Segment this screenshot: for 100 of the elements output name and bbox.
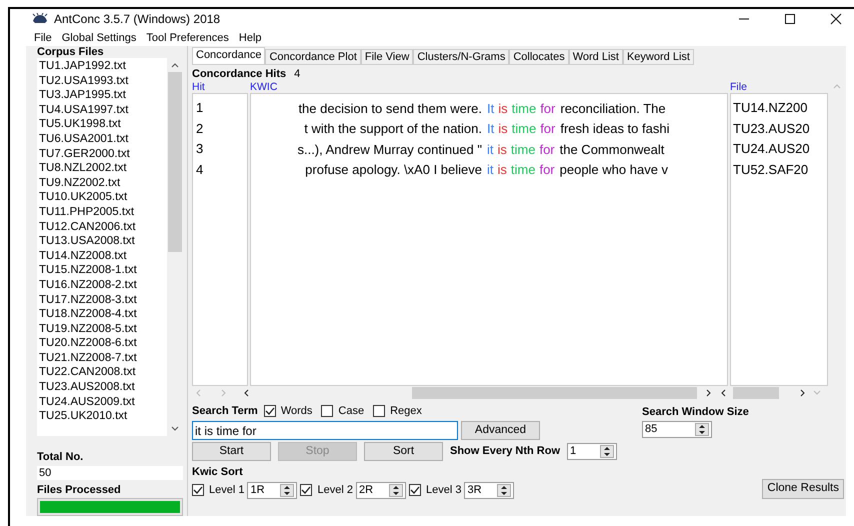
checkbox[interactable] bbox=[373, 405, 386, 417]
context-text: the decision to send them were. bbox=[298, 100, 482, 118]
spin-arrows-icon bbox=[695, 423, 709, 436]
table-cell-text: TU23.AUS20 bbox=[732, 120, 811, 138]
checkbox-label: Level 2 bbox=[317, 482, 353, 498]
field-label: Search Term bbox=[192, 404, 258, 419]
table-cell-text: TU14.NZ200 bbox=[732, 99, 808, 117]
file-list-item[interactable]: TU23.AUS2008.txt bbox=[39, 380, 167, 395]
tab[interactable]: Clusters/N-Grams bbox=[413, 49, 510, 65]
context-text: people who have v bbox=[560, 161, 668, 179]
keyword: for bbox=[540, 100, 556, 118]
tab[interactable]: Concordance Plot bbox=[265, 49, 361, 65]
scroll-left-icon bbox=[242, 388, 250, 398]
file-list-item[interactable]: TU10.UK2005.txt bbox=[39, 190, 167, 205]
file-list-item[interactable]: TU18.NZ2008-4.txt bbox=[39, 307, 167, 322]
checkbox[interactable] bbox=[192, 484, 204, 496]
menu-item[interactable]: Global Settings bbox=[62, 30, 136, 46]
file-list-item[interactable]: TU17.NZ2008-3.txt bbox=[39, 292, 167, 308]
file-list-item[interactable]: TU13.USA2008.txt bbox=[39, 234, 167, 249]
file-list-item[interactable]: TU4.USA1997.txt bbox=[39, 102, 167, 118]
keyword: It bbox=[487, 100, 494, 118]
scroll-right-icon bbox=[705, 388, 713, 398]
keyword: is bbox=[498, 161, 507, 179]
file-list-item[interactable]: TU11.PHP2005.txt bbox=[39, 204, 167, 220]
spin-box[interactable]: 3R bbox=[464, 482, 514, 498]
checkbox-label: Case bbox=[338, 404, 364, 419]
menu-item[interactable]: File bbox=[34, 30, 52, 46]
field-label: Show Every Nth Row bbox=[450, 444, 560, 460]
table-cell-text: 2 bbox=[195, 120, 204, 138]
keyword: time bbox=[512, 100, 536, 118]
keyword: is bbox=[498, 140, 507, 158]
keyword: it bbox=[487, 140, 494, 158]
file-list-item[interactable]: TU7.GER2000.txt bbox=[39, 146, 167, 162]
file-list-item[interactable]: TU21.NZ2008-7.txt bbox=[39, 350, 167, 366]
tab[interactable]: Word List bbox=[568, 49, 623, 65]
file-list-item[interactable]: TU8.NZL2002.txt bbox=[39, 161, 167, 176]
scrollbar-thumb[interactable] bbox=[733, 387, 779, 399]
checkbox-label: Level 3 bbox=[426, 482, 462, 498]
action-button[interactable]: Sort bbox=[364, 442, 443, 461]
field-label: Files Processed bbox=[37, 482, 122, 498]
context-text: fresh ideas to fashi bbox=[560, 120, 670, 138]
keyword: for bbox=[539, 140, 555, 158]
keyword: it bbox=[487, 161, 494, 179]
file-list-item[interactable]: TU19.NZ2008-5.txt bbox=[39, 322, 167, 336]
file-list-item[interactable]: TU20.NZ2008-6.txt bbox=[39, 336, 167, 351]
maximize-icon bbox=[784, 13, 796, 26]
file-list-item[interactable]: TU9.NZ2002.txt bbox=[39, 176, 167, 190]
file-list-item[interactable]: TU14.NZ2008.txt bbox=[39, 248, 167, 264]
file-list-item[interactable]: TU15.NZ2008-1.txt bbox=[39, 263, 167, 278]
advanced-button[interactable]: Advanced bbox=[461, 421, 540, 440]
tab[interactable]: Concordance bbox=[192, 47, 266, 65]
checkbox-label: Level 1 bbox=[209, 482, 244, 498]
column-header: Hit bbox=[192, 81, 206, 93]
file-list-item[interactable]: TU24.AUS2009.txt bbox=[39, 394, 167, 410]
spin-box[interactable]: 1R bbox=[247, 482, 298, 498]
table-cell-text: 1 bbox=[195, 99, 204, 117]
search-field[interactable]: it is time for bbox=[192, 421, 458, 440]
ant-logo-icon bbox=[32, 13, 48, 26]
hits-label: Concordance Hits bbox=[192, 67, 286, 82]
spin-box[interactable]: 2R bbox=[356, 482, 406, 498]
file-list-item[interactable]: TU1.JAP1992.txt bbox=[39, 59, 167, 74]
checkbox[interactable] bbox=[300, 484, 312, 496]
context-text: s...), Andrew Murray continued " bbox=[297, 140, 482, 159]
field-label: Search Window Size bbox=[642, 405, 750, 418]
file-list-item[interactable]: TU16.NZ2008-2.txt bbox=[39, 278, 167, 292]
file-list-item[interactable]: TU2.USA1993.txt bbox=[39, 74, 167, 88]
close-icon bbox=[830, 13, 842, 26]
field-label: Total No. bbox=[37, 450, 84, 465]
file-list-item[interactable]: TU5.UK1998.txt bbox=[39, 117, 167, 132]
checkbox[interactable] bbox=[408, 484, 421, 496]
keyword: time bbox=[512, 120, 536, 138]
scroll-left-icon bbox=[719, 388, 727, 398]
spin-arrows-icon bbox=[388, 484, 403, 496]
file-list-item[interactable]: TU3.JAP1995.txt bbox=[39, 88, 167, 103]
tab[interactable]: Collocates bbox=[509, 49, 569, 65]
file-list-item[interactable]: TU6.USA2001.txt bbox=[39, 132, 167, 147]
keyword: It bbox=[487, 120, 494, 138]
file-list-item[interactable]: TU22.CAN2008.txt bbox=[39, 365, 167, 380]
menu-item[interactable]: Help bbox=[238, 30, 262, 46]
scrollbar-thumb[interactable] bbox=[412, 387, 697, 399]
scrollbar-thumb[interactable] bbox=[168, 72, 182, 252]
clone-results-button[interactable]: Clone Results bbox=[762, 478, 844, 498]
spin-box[interactable]: 85 bbox=[642, 421, 712, 438]
context-text: profuse apology. \xA0 I believe bbox=[305, 161, 482, 179]
keyword: for bbox=[539, 161, 555, 179]
window-title: AntConc 3.5.7 (Windows) 2018 bbox=[54, 11, 222, 28]
spin-arrows-icon bbox=[600, 445, 614, 458]
tab[interactable]: Keyword List bbox=[622, 49, 694, 65]
total-field: 50 bbox=[37, 466, 183, 480]
table-cell-text: TU52.SAF20 bbox=[732, 160, 810, 178]
checkbox[interactable] bbox=[321, 405, 334, 417]
file-list-item[interactable]: TU12.CAN2006.txt bbox=[39, 220, 167, 234]
action-button[interactable]: Start bbox=[192, 442, 271, 461]
spin-box[interactable]: 1 bbox=[567, 443, 618, 460]
checkbox[interactable] bbox=[264, 405, 276, 417]
tab[interactable]: File View bbox=[360, 49, 414, 65]
keyword: time bbox=[510, 161, 536, 179]
checkbox-label: Regex bbox=[390, 404, 422, 419]
menu-item[interactable]: Tool Preferences bbox=[146, 30, 229, 46]
file-list-item[interactable]: TU25.UK2010.txt bbox=[39, 409, 167, 424]
